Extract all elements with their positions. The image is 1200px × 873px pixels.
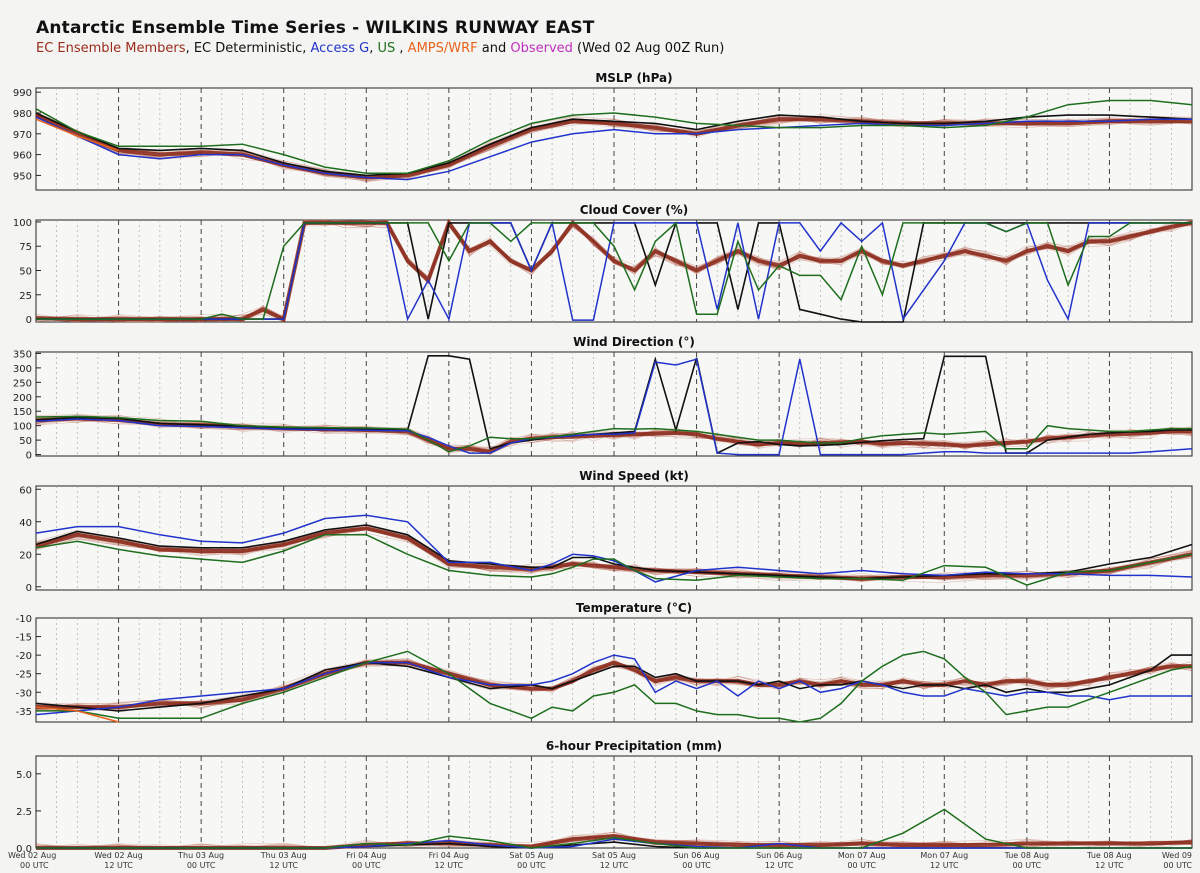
- panel-temperature-c: Temperature (°C) -10 -15 -20 -25 -30 -35: [16, 601, 1193, 723]
- panel-wind-direction: Wind Direction (°) 0 50 100 150 200 250 300 350: [13, 335, 1193, 462]
- x-tick-hour: 12 UTC: [930, 861, 959, 870]
- y-tick-label: 200: [13, 393, 32, 404]
- x-tick-hour: 00 UTC: [682, 861, 711, 870]
- y-tick-label: 75: [19, 242, 32, 253]
- x-tick-day: Fri 04 Aug: [346, 851, 386, 860]
- y-tick-label: 40: [19, 518, 32, 529]
- x-tick-day: Sun 06 Aug: [756, 851, 802, 860]
- y-tick-label: 60: [19, 485, 32, 496]
- x-tick-hour: 12 UTC: [269, 861, 298, 870]
- y-tick-label: -10: [16, 614, 32, 625]
- y-tick-label: 950: [13, 171, 32, 182]
- y-tick-label: 350: [13, 349, 32, 360]
- x-tick-day: Wed 02 Aug: [94, 851, 142, 860]
- x-tick-hour: 00 UTC: [847, 861, 876, 870]
- y-tick-label: 970: [13, 130, 32, 141]
- plot-area: [35, 87, 1193, 191]
- panel-title: Wind Direction (°): [573, 335, 695, 349]
- x-tick-day: Sat 05 Aug: [592, 851, 636, 860]
- y-tick-label: -20: [16, 651, 32, 662]
- y-tick-label: 990: [13, 88, 32, 99]
- y-tick-label: 25: [19, 291, 32, 302]
- x-tick-hour: 00 UTC: [517, 861, 546, 870]
- y-tick-label: 20: [19, 550, 32, 561]
- x-tick-day: Wed 02 Aug: [8, 851, 56, 860]
- y-tick-label: 980: [13, 109, 32, 120]
- panel-title: MSLP (hPa): [595, 71, 672, 85]
- panel-title: Cloud Cover (%): [580, 203, 689, 217]
- y-tick-label: 50: [19, 267, 32, 278]
- x-tick-hour: 00 UTC: [352, 861, 381, 870]
- y-tick-label: 0: [26, 451, 32, 462]
- x-tick-hour: 12 UTC: [765, 861, 794, 870]
- x-tick-day: Sat 05 Aug: [509, 851, 553, 860]
- panel-title: 6-hour Precipitation (mm): [546, 739, 722, 753]
- y-tick-label: 960: [13, 151, 32, 162]
- y-tick-label: 50: [19, 436, 32, 447]
- y-tick-label: 0: [26, 315, 32, 326]
- x-tick-day: Fri 04 Aug: [429, 851, 469, 860]
- y-tick-label: 250: [13, 378, 32, 389]
- panel-wind-speed-kt: Wind Speed (kt) 0 20 40 60: [19, 469, 1193, 594]
- y-tick-label: -15: [16, 633, 32, 644]
- x-tick-hour: 12 UTC: [1095, 861, 1124, 870]
- x-tick-hour: 00 UTC: [187, 861, 216, 870]
- panel-mslp-hpa: MSLP (hPa) 950 960 970 980 990: [13, 71, 1193, 191]
- panel-title: Temperature (°C): [576, 601, 692, 615]
- x-tick-hour: 00 UTC: [1163, 861, 1192, 870]
- x-tick-day: Tue 08 Aug: [1004, 851, 1050, 860]
- ensemble-chart: MSLP (hPa) 950 960 970 980 990 Cloud Cover (%)…: [8, 71, 1193, 870]
- y-tick-label: 5.0: [16, 770, 32, 781]
- x-tick-day: Mon 07 Aug: [920, 851, 968, 860]
- x-tick-hour: 12 UTC: [600, 861, 629, 870]
- y-tick-label: -35: [16, 707, 32, 718]
- y-tick-label: 2.5: [16, 807, 32, 818]
- x-tick-day: Thu 03 Aug: [260, 851, 307, 860]
- plot-area: [35, 219, 1193, 323]
- x-tick-hour: 12 UTC: [104, 861, 133, 870]
- y-tick-label: -25: [16, 670, 32, 681]
- y-tick-label: 0: [26, 583, 32, 594]
- panel-cloud-cover: Cloud Cover (%) 0 25 50 75 100: [13, 203, 1193, 326]
- x-tick-day: Mon 07 Aug: [838, 851, 886, 860]
- panel-title: Wind Speed (kt): [579, 469, 689, 483]
- x-tick-hour: 00 UTC: [20, 861, 49, 870]
- x-tick-day: Sun 06 Aug: [674, 851, 720, 860]
- x-tick-hour: 12 UTC: [435, 861, 464, 870]
- x-tick-hour: 00 UTC: [1013, 861, 1042, 870]
- x-tick-day: Wed 09: [1162, 851, 1192, 860]
- y-tick-label: -30: [16, 688, 32, 699]
- x-tick-day: Thu 03 Aug: [177, 851, 224, 860]
- y-tick-label: 300: [13, 364, 32, 375]
- x-tick-day: Tue 08 Aug: [1086, 851, 1132, 860]
- panel-6-hour-precipitation-mm: 6-hour Precipitation (mm)0.02.55.0: [16, 739, 1193, 855]
- y-tick-label: 150: [13, 407, 32, 418]
- y-tick-label: 100: [13, 422, 32, 433]
- y-tick-label: 100: [13, 218, 32, 229]
